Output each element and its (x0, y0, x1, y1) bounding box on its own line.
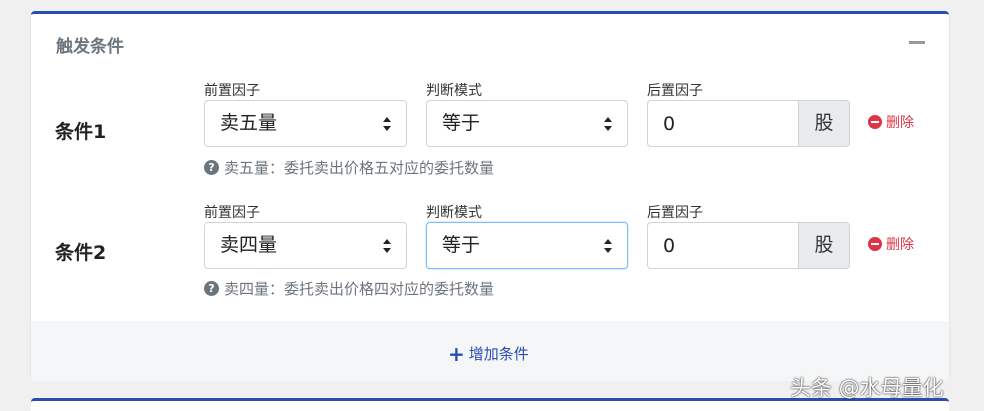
judge-mode-value: 等于 (442, 234, 481, 256)
rear-factor-input[interactable] (647, 222, 799, 269)
sort-icon (383, 239, 391, 253)
rear-factor-label: 后置因子 (647, 205, 703, 221)
help-text: ? 卖四量：委托卖出价格四对应的委托数量 (204, 278, 494, 299)
delete-button[interactable]: 删除 (868, 234, 914, 254)
sort-icon (604, 239, 612, 253)
question-circle-icon: ? (204, 160, 219, 175)
add-condition-label: 增加条件 (468, 345, 529, 363)
rear-factor-input[interactable] (647, 100, 799, 147)
add-condition-button[interactable]: + 增加条件 (448, 343, 529, 364)
help-text-content: 卖四量：委托卖出价格四对应的委托数量 (224, 280, 495, 298)
unit-addon: 股 (798, 222, 850, 269)
condition-label: 条件2 (55, 242, 107, 264)
front-factor-select[interactable]: 卖五量 (204, 100, 407, 147)
judge-mode-label: 判断模式 (426, 83, 482, 99)
judge-mode-label: 判断模式 (426, 205, 482, 221)
card-title: 触发条件 (56, 37, 124, 57)
unit-addon: 股 (798, 100, 850, 147)
judge-mode-select[interactable]: 等于 (426, 222, 628, 269)
front-factor-value: 卖四量 (220, 234, 278, 256)
trigger-conditions-card: 触发条件 条件1 前置因子 卖五量 判断模式 等于 后置因子 股 删除 (31, 11, 949, 381)
card-header: 触发条件 (31, 14, 949, 68)
front-factor-label: 前置因子 (204, 83, 260, 99)
delete-label: 删除 (886, 237, 914, 253)
collapse-icon[interactable] (909, 41, 925, 44)
judge-mode-value: 等于 (442, 112, 481, 134)
rear-factor-group: 股 (647, 222, 850, 269)
front-factor-value: 卖五量 (220, 112, 278, 134)
front-factor-select[interactable]: 卖四量 (204, 222, 407, 269)
delete-button[interactable]: 删除 (868, 112, 914, 132)
help-text-content: 卖五量：委托卖出价格五对应的委托数量 (224, 159, 495, 177)
delete-label: 删除 (886, 115, 914, 131)
help-text: ? 卖五量：委托卖出价格五对应的委托数量 (204, 157, 494, 178)
rear-factor-group: 股 (647, 100, 850, 147)
plus-icon: + (448, 341, 465, 366)
minus-circle-icon (868, 115, 882, 129)
condition-label: 条件1 (55, 121, 107, 143)
judge-mode-select[interactable]: 等于 (426, 100, 628, 147)
minus-circle-icon (868, 237, 882, 251)
rear-factor-label: 后置因子 (647, 83, 703, 99)
sort-icon (604, 117, 612, 131)
question-circle-icon: ? (204, 281, 219, 296)
front-factor-label: 前置因子 (204, 205, 260, 221)
sort-icon (383, 117, 391, 131)
watermark: 头条 @水母量化 (790, 376, 944, 400)
